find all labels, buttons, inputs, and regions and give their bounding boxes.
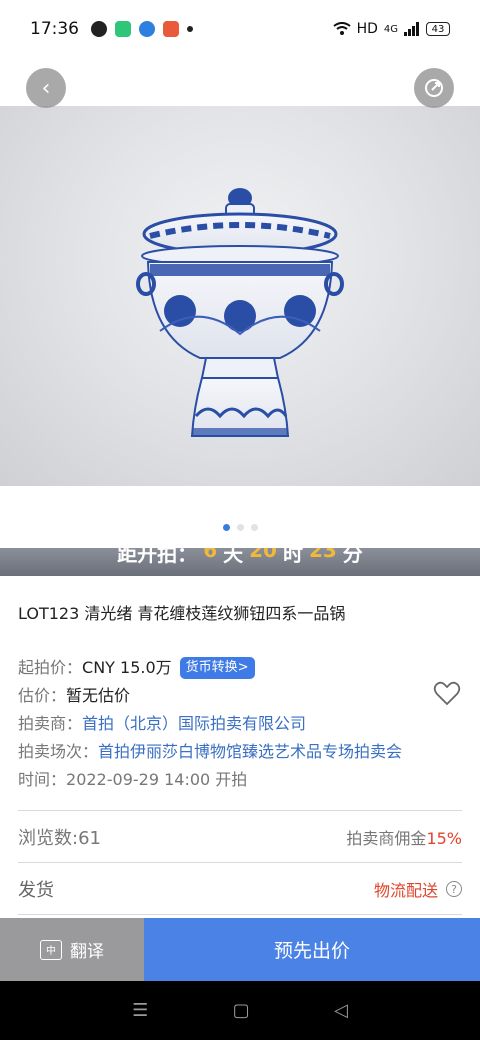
countdown-days-unit: 天 [223, 548, 244, 566]
wifi-icon [332, 22, 351, 35]
action-bar: 中 翻译 预先出价 [0, 918, 480, 981]
carousel-dot-active[interactable] [222, 524, 230, 531]
estimate-label: 估价： [18, 686, 67, 705]
estimate-value: 暂无估价 [66, 686, 131, 705]
countdown-days: 6 [203, 548, 218, 562]
estimate-row: 估价： 暂无估价 [18, 682, 462, 710]
commission-info: 拍卖商佣金15% [346, 825, 462, 849]
notification-icons [91, 21, 193, 37]
shipping-method-text: 物流配送 [373, 881, 438, 900]
session-row: 拍卖场次： 首拍伊丽莎白博物馆臻选艺术品专场拍卖会 [18, 738, 462, 766]
countdown-minutes: 23 [308, 548, 337, 562]
menu-icon[interactable]: ☰ [132, 1000, 148, 1021]
divider [18, 862, 462, 863]
carousel-indicator [0, 524, 480, 531]
status-right: HD 4G 43 [332, 21, 450, 37]
countdown-label: 距开拍： [117, 548, 198, 566]
start-price-label: 起拍价： [18, 658, 83, 677]
lot-info: 起拍价： CNY 15.0万 货币转换> 估价： 暂无估价 拍卖商： 首拍（北京… [18, 654, 462, 794]
time-row: 时间： 2022-09-29 14:00 开拍 [18, 766, 462, 794]
countdown-hours-unit: 时 [282, 548, 303, 566]
map-icon [163, 21, 179, 37]
session-label: 拍卖场次： [18, 742, 99, 761]
lot-photo[interactable] [0, 106, 480, 486]
time-value: 2022-09-29 14:00 开拍 [66, 770, 248, 789]
auctioneer-link[interactable]: 首拍（北京）国际拍卖有限公司 [82, 710, 306, 738]
session-link[interactable]: 首拍伊丽莎白博物馆臻选艺术品专场拍卖会 [98, 738, 402, 766]
divider [18, 914, 462, 915]
auctioneer-row: 拍卖商： 首拍（北京）国际拍卖有限公司 [18, 710, 462, 738]
countdown-banner: 距开拍： 6 天 20 时 23 分 [0, 548, 480, 576]
auctioneer-label: 拍卖商： [18, 714, 83, 733]
status-bar: 17:36 HD 4G 43 [0, 0, 480, 58]
stats-row: 浏览数:61 拍卖商佣金15% [18, 820, 462, 854]
network-type: HD [356, 21, 378, 37]
back-button[interactable]: ‹ [26, 68, 66, 108]
share-icon [425, 79, 443, 97]
share-button[interactable] [414, 68, 454, 108]
lot-image-carousel[interactable]: ‹ [0, 58, 480, 548]
divider [18, 810, 462, 811]
shipping-label: 发货 [18, 880, 54, 901]
carousel-dot[interactable] [236, 524, 244, 531]
translate-button[interactable]: 中 翻译 [0, 918, 144, 981]
signal-icon [404, 22, 419, 36]
translate-label: 翻译 [70, 942, 104, 962]
shipping-row[interactable]: 发货 物流配送 ? [18, 872, 462, 906]
app-icon [115, 21, 131, 37]
chevron-left-icon: ‹ [41, 75, 51, 101]
shipping-method: 物流配送 ? [374, 877, 462, 901]
favorite-heart-icon[interactable] [432, 678, 462, 708]
lot-title: LOT123 清光绪 青花缠枝莲纹狮钮四系一品锅 [18, 604, 346, 623]
help-icon[interactable]: ? [446, 881, 462, 897]
currency-convert-button[interactable]: 货币转换> [179, 657, 255, 679]
status-time: 17:36 [30, 19, 79, 39]
pre-bid-button[interactable]: 预先出价 [144, 918, 480, 981]
browser-icon [139, 21, 155, 37]
start-price-row: 起拍价： CNY 15.0万 货币转换> [18, 654, 462, 682]
porcelain-vessel-image [136, 188, 344, 437]
time-label: 时间： [18, 770, 67, 789]
commission-label: 拍卖商佣金 [346, 829, 427, 848]
back-triangle-icon[interactable]: ◁ [334, 1000, 348, 1021]
commission-value: 15% [426, 829, 462, 848]
view-count: 浏览数:61 [18, 828, 101, 849]
home-icon[interactable]: ▢ [233, 1000, 250, 1021]
translate-icon: 中 [40, 939, 62, 960]
more-dot-icon [187, 26, 193, 32]
battery-icon: 43 [426, 22, 450, 36]
system-nav-bar: ☰ ▢ ◁ [0, 981, 480, 1040]
start-price-value: CNY 15.0万 [82, 658, 172, 677]
carousel-dot[interactable] [250, 524, 258, 531]
countdown-minutes-unit: 分 [342, 548, 363, 566]
wechat-icon [91, 21, 107, 37]
countdown-hours: 20 [249, 548, 277, 562]
signal-type: 4G [383, 23, 398, 35]
